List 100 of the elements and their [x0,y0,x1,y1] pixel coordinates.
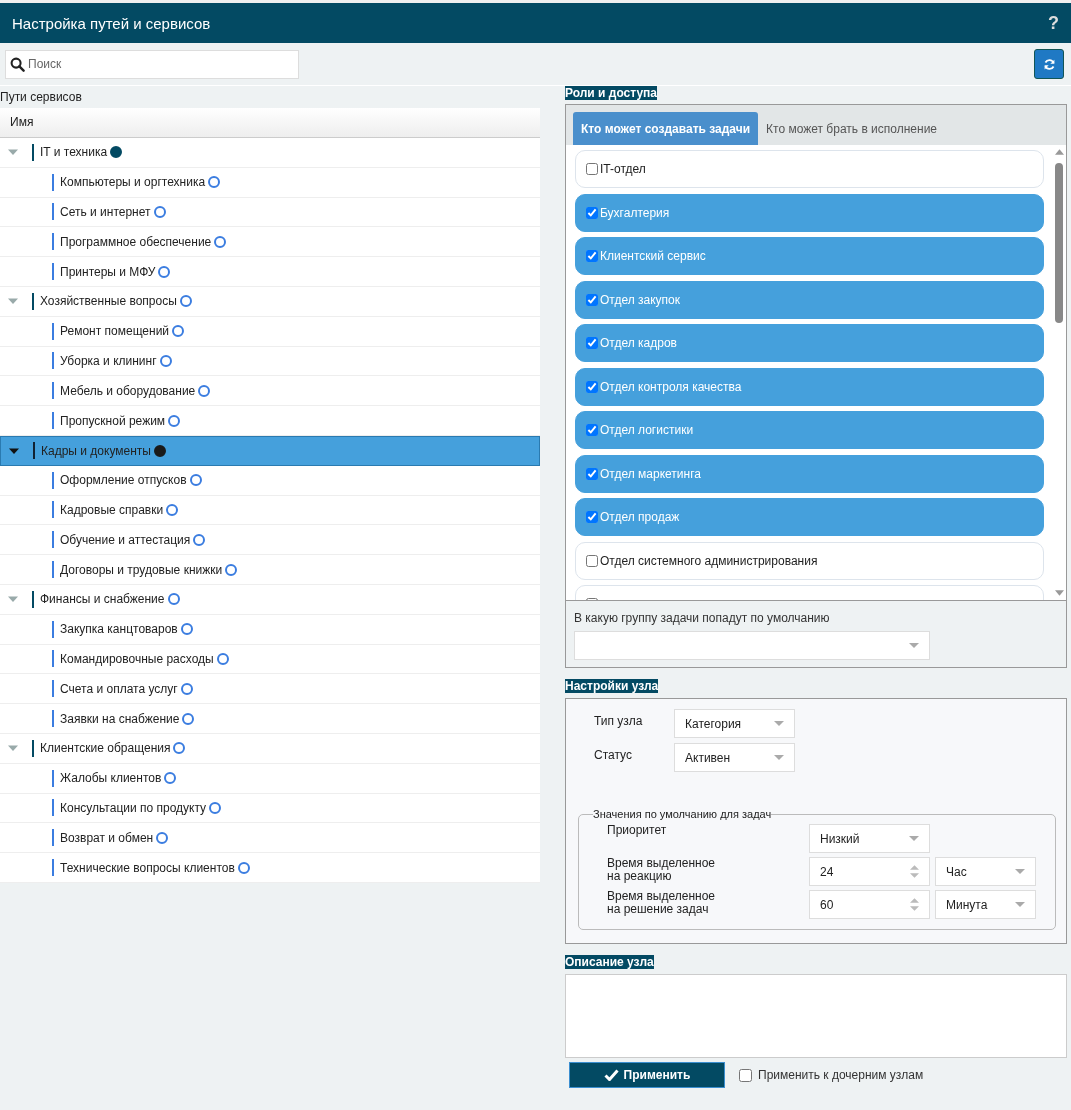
tree-row[interactable]: Кадровые справки [0,495,540,526]
tree-label: Пропускной режим [60,413,166,428]
unit-dropdown[interactable]: Минута [935,890,1036,919]
checkbox[interactable] [586,424,598,436]
tree-row[interactable]: Заявки на снабжение [0,704,540,734]
tree-row[interactable]: Технические вопросы клиентов [0,853,540,883]
tree-label: Возврат и обмен [60,830,154,845]
role-label: IT-отдел [600,162,646,176]
tree-row[interactable]: Закупка канцтоваров [0,614,540,645]
tree-row[interactable]: Мебель и оборудование [0,376,540,407]
tree-label: IT и техника [40,145,108,160]
refresh-icon [1042,57,1056,71]
tree-row[interactable]: Кадры и документы [0,435,540,466]
checkbox[interactable] [586,206,598,219]
tree-row[interactable]: Обучение и аттестация [0,525,540,556]
tree-label: Кадровые справки [60,502,164,517]
unit-dropdown[interactable]: Час [935,857,1036,886]
tree-row[interactable]: Оформление отпусков [0,465,540,496]
field-label: Приоритет [607,824,668,837]
help-button[interactable]: ? [1048,12,1059,34]
tree-row[interactable]: Уборка и клининг [0,346,540,377]
tree-row[interactable]: Жалобы клиентов [0,763,540,794]
tree-row[interactable]: Ремонт помещений [0,316,540,347]
role-label: Отдел логистики [600,423,694,437]
tree-label: Программное обеспечение [60,234,212,249]
tab[interactable]: Кто может брать в исполнение [758,112,946,145]
tree-row[interactable]: Программное обеспечение [0,227,540,258]
tree-label: Командировочные расходы [60,651,214,666]
field-label: В какую группу задачи попадут по умолчанию [574,611,831,625]
description-field[interactable] [565,974,1067,1058]
tree-label: Оформление отпусков [60,473,187,488]
search-field[interactable]: Поиск [5,49,299,79]
scroll-up-icon[interactable] [1054,149,1064,155]
column-header: Имя [0,108,540,138]
number-field[interactable]: 60 [809,890,930,919]
tree-row[interactable]: Командировочные расходы [0,644,540,675]
checkbox[interactable] [586,511,598,523]
role-label: Отдел маркетинга [600,466,701,481]
section-title: Роли и доступа [565,86,657,100]
tree-row[interactable]: IT и техника [0,138,540,168]
apply-button[interactable]: Применить [569,1062,725,1088]
field-label: Время выделенное на решение задач [607,890,716,916]
tree-label: Финансы и снабжение [40,592,165,607]
role-label: Отдел закупок [600,292,681,307]
tree-label: Ремонт помещений [60,324,170,339]
tree-label: Закупка канцтоваров [60,622,178,637]
tree-label: Счета и оплата услуг [60,681,178,696]
caret-icon [774,721,784,726]
number-field[interactable]: 24 [809,857,930,886]
tree-label: Сеть и интернет [60,205,151,219]
field-label: Время выделенное на реакцию [607,857,716,883]
tree-row[interactable]: Принтеры и МФУ [0,257,540,287]
priority-dropdown[interactable]: Низкий [809,824,930,853]
tree-row[interactable]: Хозяйственные вопросы [0,287,540,317]
tree-label: Хозяйственные вопросы [40,294,177,309]
checkbox[interactable] [586,380,598,393]
status-dropdown[interactable]: Активен [674,743,795,772]
role-label: Отдел контроля качества [600,379,742,394]
checkbox[interactable] [586,293,598,306]
checkbox[interactable] [739,1068,752,1082]
role-label: Бухгалтерия [600,205,670,220]
scrollbar-thumb[interactable] [1055,163,1063,323]
tree-row[interactable]: Финансы и снабжение [0,584,540,615]
tree-label: Заявки на снабжение [60,711,180,726]
section-title: Описание узла [565,955,654,969]
checkbox[interactable] [586,250,598,262]
scroll-down-icon[interactable] [1054,590,1064,596]
caret-icon [774,755,784,760]
type-dropdown[interactable]: Категория [674,709,795,738]
tree-label: Компьютеры и оргтехника [60,175,206,190]
caret-icon [909,643,919,648]
tree-row[interactable]: Компьютеры и оргтехника [0,167,540,198]
checkbox[interactable] [586,163,598,175]
tree-label: Технические вопросы клиентов [60,860,235,875]
tree-row[interactable]: Сеть и интернет [0,197,540,228]
tree-label: Жалобы клиентов [60,771,162,786]
checkbox-label: Применить к дочерним узлам [758,1068,924,1082]
caret-icon [909,836,919,841]
caret-icon [1015,902,1025,907]
checkbox[interactable] [586,337,598,349]
role-item[interactable]: IT-отдел [575,150,1044,188]
refresh-button[interactable] [1034,49,1064,79]
checkbox[interactable] [586,554,598,567]
tree-row[interactable]: Счета и оплата услуг [0,674,540,705]
checkbox[interactable] [586,467,598,480]
tree-row[interactable]: Клиентские обращения [0,733,540,764]
field-label: Статус [593,747,633,762]
role-item[interactable]: Отдел системного администрирования [575,541,1044,580]
tree-label: Клиентские обращения [40,741,171,756]
tree-label: Консультации по продукту [60,800,207,815]
tree-row[interactable]: Договоры и трудовые книжки [0,555,540,585]
tree-row[interactable]: Консультации по продукту [0,793,540,824]
role-label: Отдел продаж [600,510,680,524]
tree-row[interactable]: Пропускной режим [0,406,540,436]
tree-label: Договоры и трудовые книжки [60,562,223,577]
role-label: Отдел системного администрирования [600,553,818,568]
group-legend: Значения по умолчанию для задач [593,808,772,820]
tree-label: Уборка и клининг [60,353,157,368]
tree-row[interactable]: Возврат и обмен [0,823,540,854]
check-icon [603,1069,619,1081]
